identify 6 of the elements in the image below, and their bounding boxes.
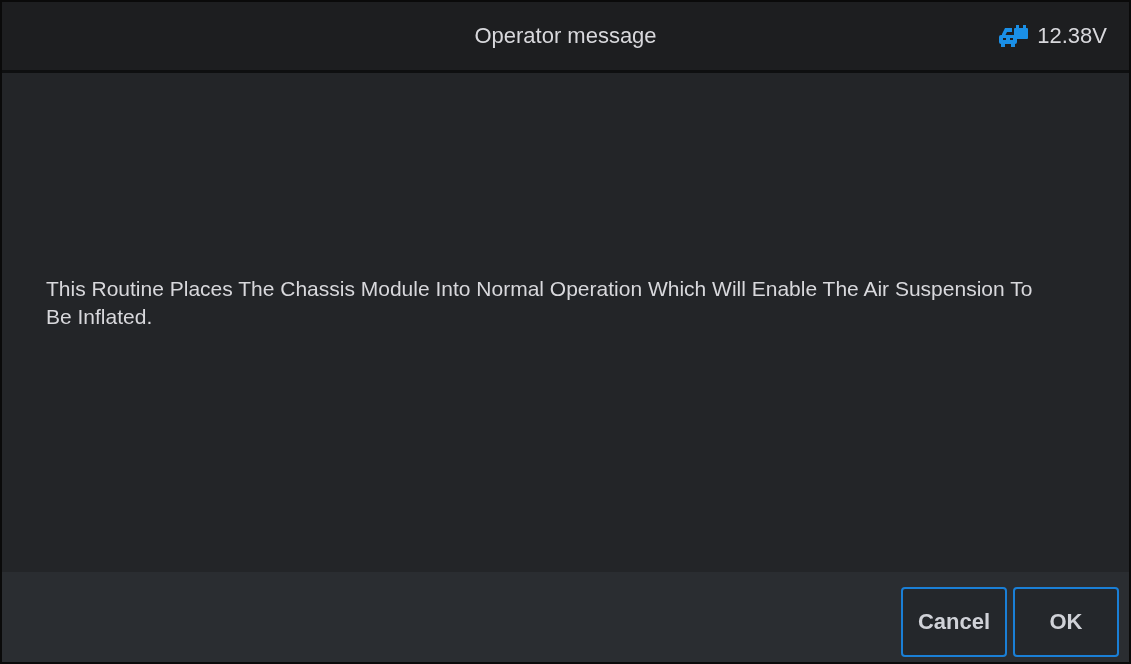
dialog-button[interactable]: Cancel — [901, 587, 1007, 657]
car-battery-icon — [999, 24, 1030, 48]
dialog-button[interactable]: OK — [1013, 587, 1119, 657]
message-text: This Routine Places The Chassis Module Into Normal Operation Which Will Enable The Air Suspension To Be Inflated. — [46, 275, 1034, 330]
window-title: Operator message — [474, 23, 657, 49]
battery-voltage: 12.38V — [1037, 23, 1107, 49]
